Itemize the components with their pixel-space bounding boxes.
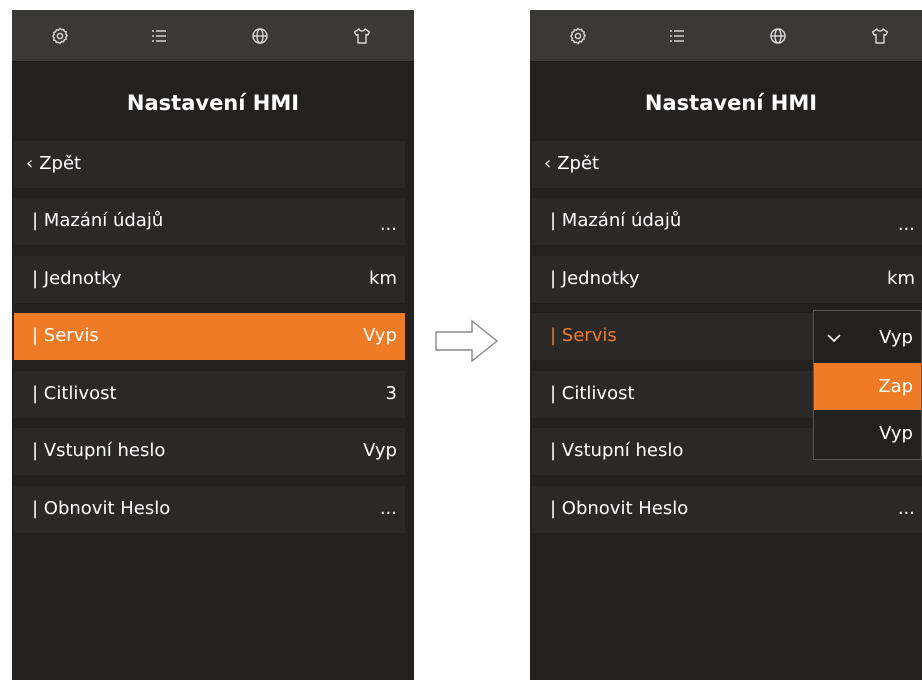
- menu-item-label: Mazání údajů: [561, 210, 682, 231]
- menu-item-citlivost[interactable]: | Citlivost 3: [14, 371, 405, 418]
- menu-item-value: ...: [379, 214, 397, 235]
- globe-icon[interactable]: [768, 26, 788, 46]
- dropdown-option-zap[interactable]: Zap: [814, 363, 921, 410]
- menu-item-label: Mazání údajů: [43, 210, 164, 231]
- menu-item-value: ...: [379, 498, 397, 519]
- menu-item-obnovit-heslo[interactable]: | Obnovit Heslo ...: [532, 486, 922, 533]
- menu-item-label: Vstupní heslo: [43, 440, 166, 461]
- chevron-down-icon: [827, 334, 841, 343]
- back-button[interactable]: ‹ Zpět: [532, 141, 922, 188]
- chevron-left-icon: ‹: [544, 153, 552, 174]
- menu-item-value: km: [887, 268, 915, 289]
- menu-item-vstupni-heslo[interactable]: | Vstupní heslo Vyp: [14, 428, 405, 475]
- dropdown-option-vyp[interactable]: Vyp: [814, 410, 921, 457]
- menu-item-mazani-udaju[interactable]: | Mazání údajů ...: [14, 198, 405, 245]
- menu-item-label: Obnovit Heslo: [561, 498, 689, 519]
- list-icon[interactable]: [667, 26, 687, 46]
- shirt-icon[interactable]: [870, 26, 890, 46]
- menu-item-label: Jednotky: [561, 268, 640, 289]
- menu-item-label: Citlivost: [43, 383, 117, 404]
- dropdown-current-value[interactable]: Vyp: [814, 314, 921, 361]
- menu-item-value: km: [369, 268, 397, 289]
- top-toolbar: [12, 10, 414, 62]
- hmi-screen-before: Nastavení HMI ‹ Zpět | Mazání údajů ... |…: [12, 10, 414, 680]
- page-title: Nastavení HMI: [126, 91, 300, 115]
- menu-item-obnovit-heslo[interactable]: | Obnovit Heslo ...: [14, 486, 405, 533]
- menu-item-label: Jednotky: [43, 268, 122, 289]
- menu-item-label: Servis: [561, 325, 617, 346]
- menu-item-value: Vyp: [363, 440, 397, 461]
- menu-item-mazani-udaju[interactable]: | Mazání údajů ...: [532, 198, 922, 245]
- gear-icon[interactable]: [568, 26, 588, 46]
- menu-item-value: ...: [897, 498, 915, 519]
- chevron-left-icon: ‹: [26, 153, 34, 174]
- menu-item-label: Servis: [43, 325, 99, 346]
- menu-item-jednotky[interactable]: | Jednotky km: [14, 256, 405, 303]
- list-icon[interactable]: [149, 26, 169, 46]
- transition-arrow-icon: [435, 319, 499, 363]
- back-button[interactable]: ‹ Zpět: [14, 141, 405, 188]
- top-toolbar: [530, 10, 922, 62]
- menu-item-label: Obnovit Heslo: [43, 498, 171, 519]
- back-label: Zpět: [39, 153, 82, 174]
- servis-dropdown[interactable]: Vyp Zap Vyp: [813, 310, 922, 460]
- page-title: Nastavení HMI: [644, 91, 818, 115]
- menu-item-label: Citlivost: [561, 383, 635, 404]
- menu-item-servis[interactable]: | Servis Vyp: [14, 313, 405, 360]
- menu-item-value: 3: [385, 383, 397, 404]
- shirt-icon[interactable]: [352, 26, 372, 46]
- back-label: Zpět: [557, 153, 600, 174]
- menu-item-jednotky[interactable]: | Jednotky km: [532, 256, 922, 303]
- menu-item-value: ...: [897, 214, 915, 235]
- globe-icon[interactable]: [250, 26, 270, 46]
- gear-icon[interactable]: [50, 26, 70, 46]
- menu-item-value: Vyp: [363, 325, 397, 346]
- menu-item-label: Vstupní heslo: [561, 440, 684, 461]
